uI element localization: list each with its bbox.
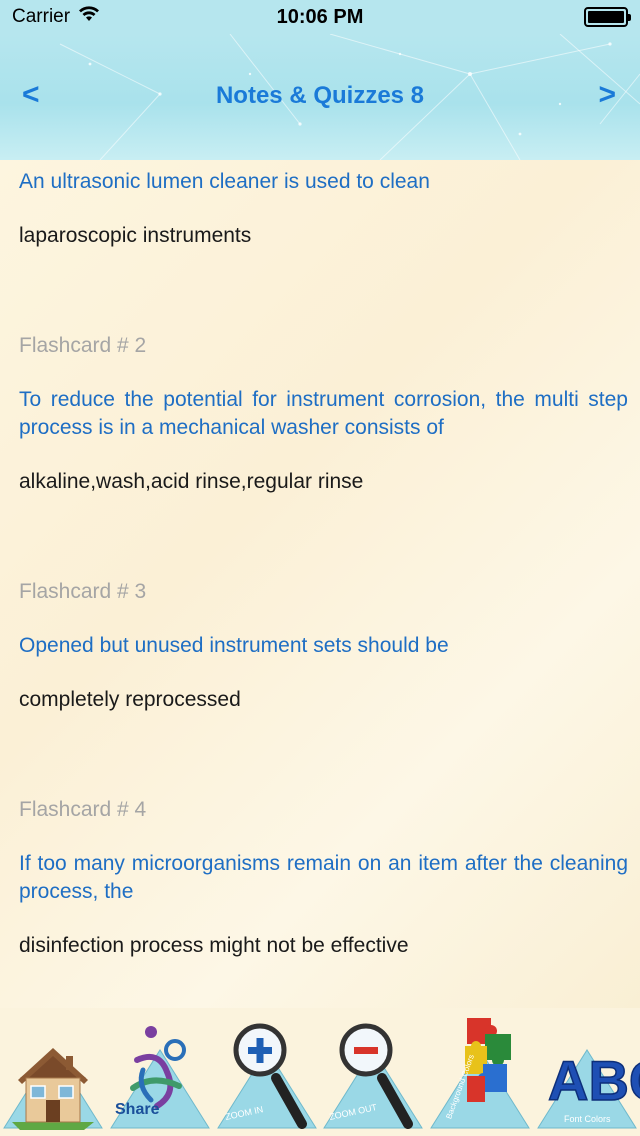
flashcard-question: To reduce the potential for instrument c… [19,388,628,439]
abc-letters-icon: ABC Font Colors [537,1048,640,1129]
status-right [584,7,631,27]
flashcard-answer: completely reprocessed [19,688,241,711]
font-color-button[interactable]: ABC Font Colors [534,1010,640,1134]
flashcard-question: Opened but unused instrument sets should… [19,634,449,657]
flashcard-3: Flashcard # 3 Opened but unused instrume… [19,578,628,714]
status-left: Carrier [12,6,100,28]
house-icon [3,1048,103,1130]
battery-icon [584,7,631,27]
wifi-icon [78,6,100,28]
home-button[interactable] [0,1010,106,1134]
zoom-out-icon: ZOOM OUT [323,1023,424,1129]
zoom-in-button[interactable]: ZOOM IN [214,1010,320,1134]
flashcard-list: An ultrasonic lumen cleaner is used to c… [0,160,640,1008]
flashcard-question: An ultrasonic lumen cleaner is used to c… [19,170,430,193]
flashcard-answer: laparoscopic instruments [19,224,252,247]
background-color-button[interactable]: Background Colors [427,1010,533,1134]
zoom-in-icon: ZOOM IN [216,1023,317,1129]
flashcard-label: Flashcard # 4 [19,798,147,821]
page-title: Notes & Quizzes 8 [215,82,425,109]
zoom-out-button[interactable]: ZOOM OUT [320,1010,426,1134]
font-letters: ABC [548,1049,640,1112]
carrier-label: Carrier [12,6,71,27]
flashcard-1: An ultrasonic lumen cleaner is used to c… [19,168,628,250]
next-button[interactable]: > [598,78,616,112]
share-icon: Share [109,1026,210,1129]
flashcard-answer: disinfection process might not be effect… [19,934,409,957]
bottom-toolbar: Share ZOOM IN ZOOM OUT Background Colors… [0,1008,640,1136]
flashcard-2: Flashcard # 2 To reduce the potential fo… [19,332,628,496]
share-button[interactable]: Share [107,1010,213,1134]
flashcard-label: Flashcard # 2 [19,334,147,357]
flashcard-label: Flashcard # 3 [19,580,147,603]
puzzle-icon: Background Colors [430,1018,531,1129]
status-bar: Carrier 10:06 PM [0,0,640,34]
nav-bar: < Notes & Quizzes 8 > [0,34,640,160]
flashcard-4: Flashcard # 4 If too many microorganisms… [19,796,628,960]
flashcard-question: If too many microorganisms remain on an … [19,852,628,903]
share-label: Share [115,1101,160,1118]
font-colors-label: Font Colors [564,1114,611,1124]
flashcard-answer: alkaline,wash,acid rinse,regular rinse [19,470,364,493]
